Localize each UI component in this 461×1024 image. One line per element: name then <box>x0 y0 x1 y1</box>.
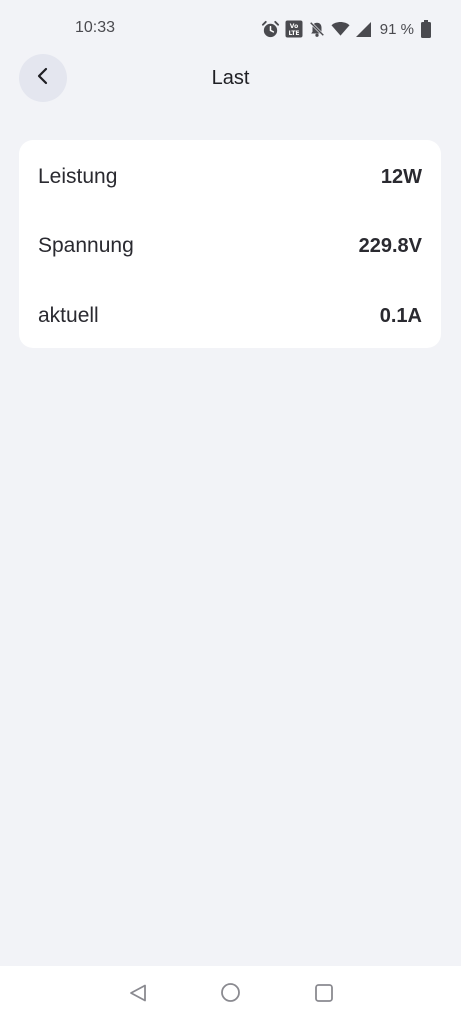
wifi-icon <box>331 21 350 37</box>
status-icons: Vo LTE 91 % <box>261 18 431 40</box>
reading-row-power: Leistung 12W <box>19 157 441 197</box>
battery-icon <box>421 20 431 38</box>
status-time: 10:33 <box>75 19 116 36</box>
back-triangle-icon <box>128 983 148 1008</box>
reading-row-current: aktuell 0.1A <box>19 296 441 336</box>
reading-label: aktuell <box>38 304 99 327</box>
reading-value: 12W <box>380 165 422 188</box>
signal-icon <box>355 21 372 38</box>
svg-text:LTE: LTE <box>288 30 299 37</box>
battery-percent: 91 % <box>379 20 414 38</box>
nav-recents-button[interactable] <box>313 983 335 1008</box>
reading-label: Spannung <box>38 234 134 257</box>
status-bar: 10:33 Vo LTE 91 % <box>0 0 461 58</box>
home-circle-icon <box>220 982 241 1008</box>
nav-home-button[interactable] <box>219 982 241 1008</box>
reading-value: 229.8V <box>358 234 422 257</box>
volte-icon: Vo LTE <box>285 20 303 38</box>
app-header: Last <box>0 54 461 104</box>
alarm-icon <box>261 20 280 39</box>
reading-row-voltage: Spannung 229.8V <box>19 226 441 266</box>
nav-back-button[interactable] <box>127 984 149 1006</box>
readings-card: Leistung 12W Spannung 229.8V aktuell 0.1… <box>19 140 441 348</box>
reading-label: Leistung <box>38 165 118 188</box>
page-title: Last <box>211 67 250 89</box>
mute-icon <box>308 20 326 38</box>
reading-value: 0.1A <box>379 304 422 327</box>
system-nav-bar <box>0 966 461 1024</box>
svg-text:Vo: Vo <box>290 23 298 30</box>
recents-square-icon <box>314 983 334 1008</box>
